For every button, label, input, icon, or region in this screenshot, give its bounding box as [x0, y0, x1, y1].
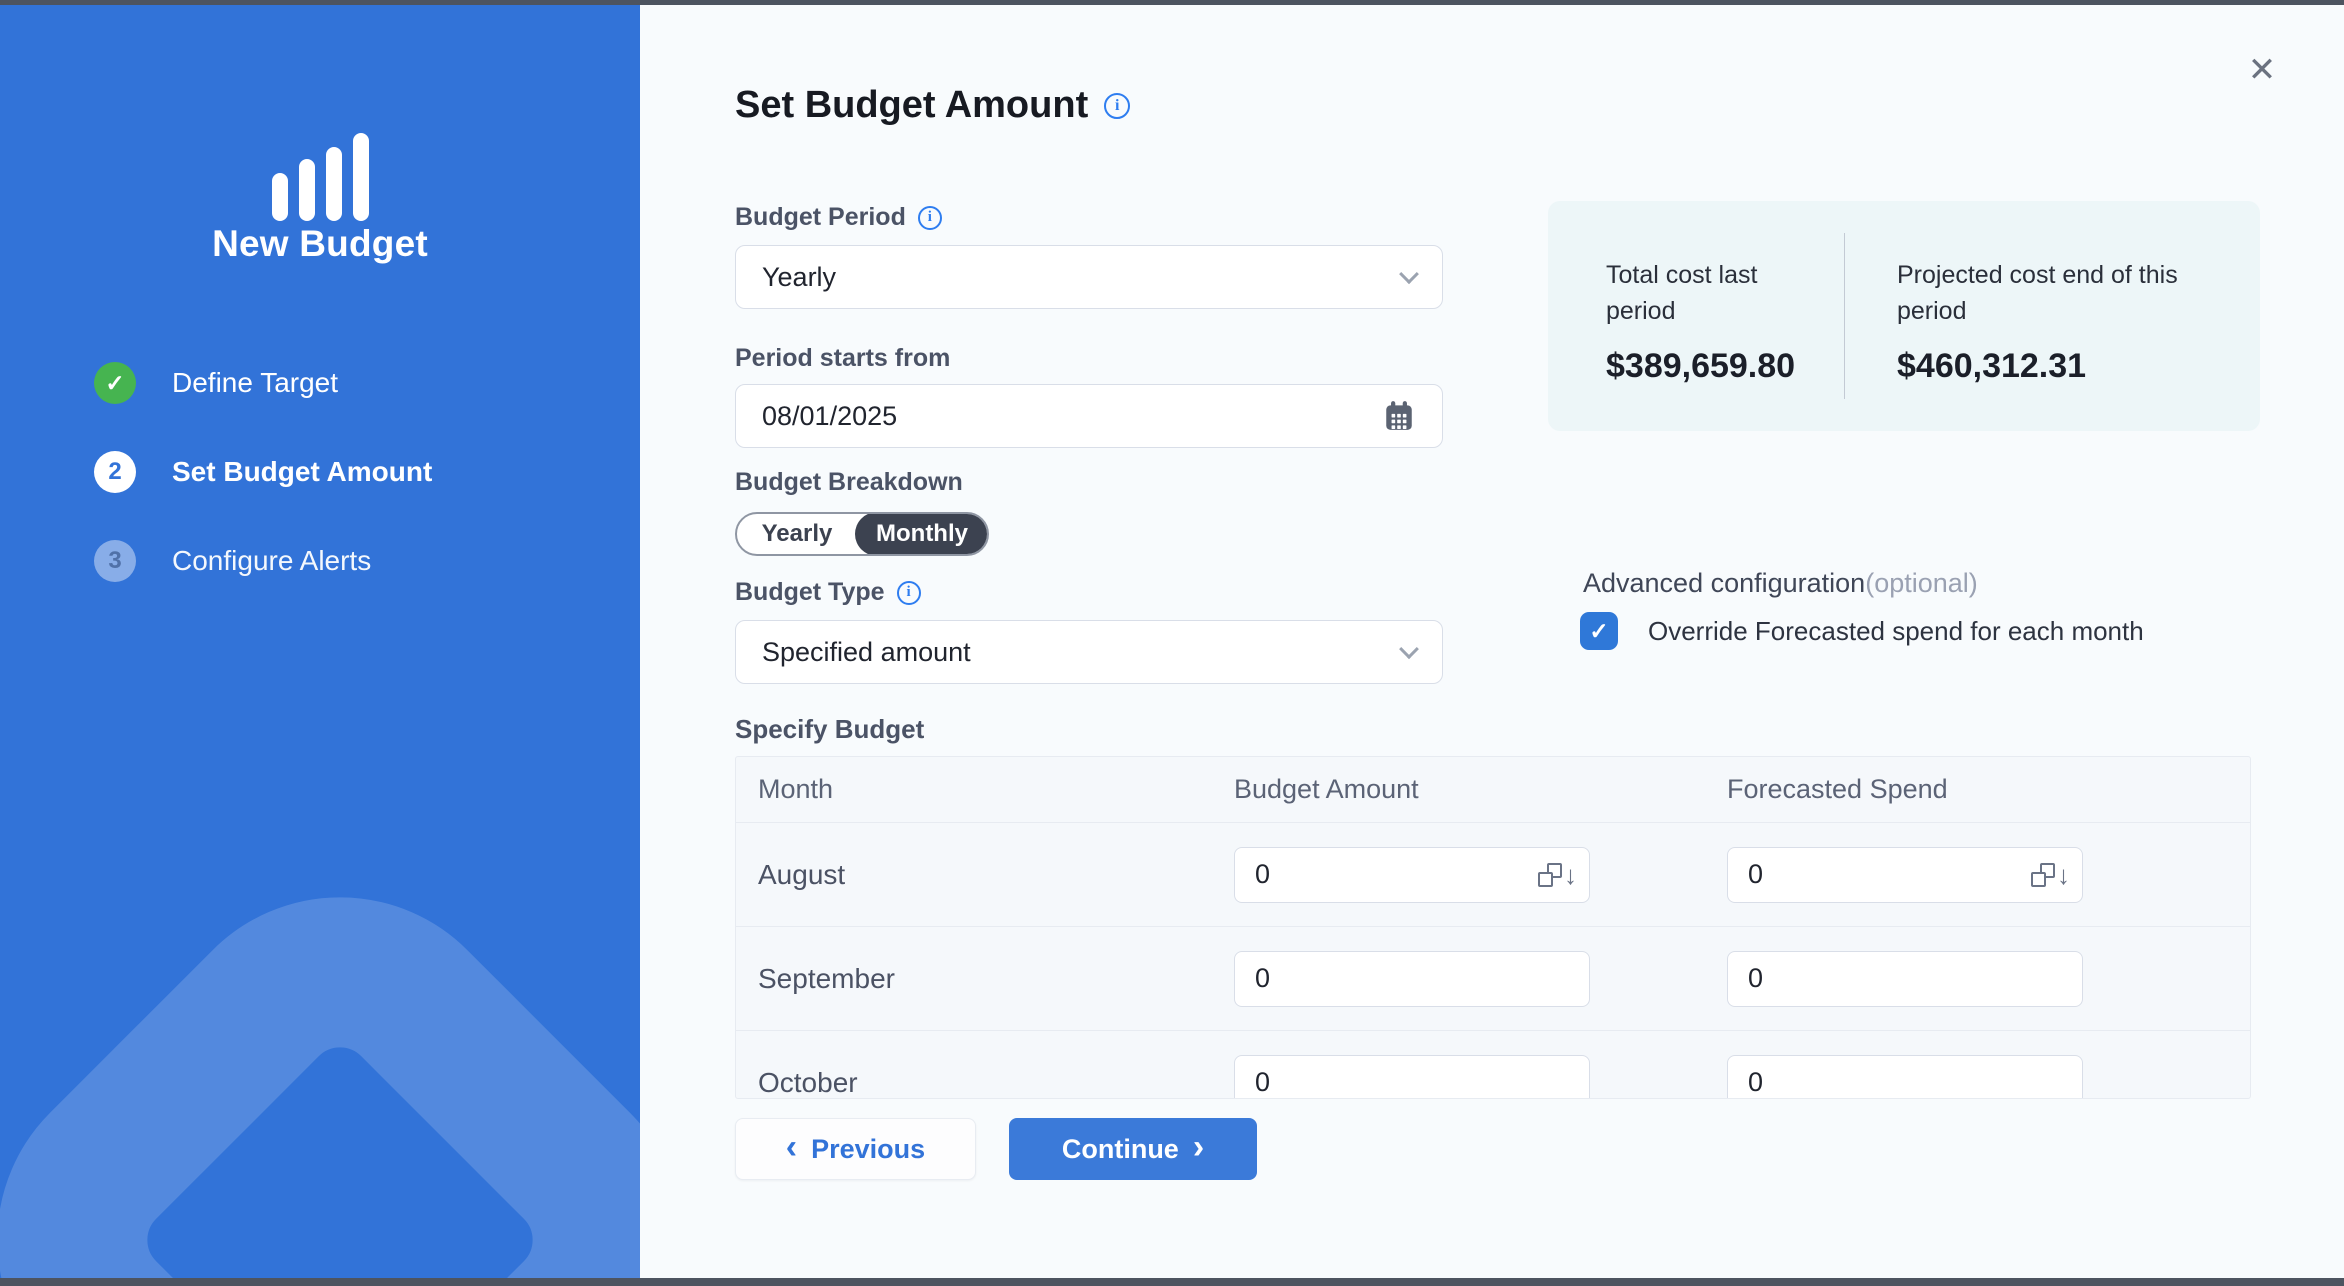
- stat-label: Total cost last period: [1606, 257, 1806, 329]
- forecasted-spend-input[interactable]: [1728, 963, 2082, 994]
- forecasted-spend-field: ↓: [1727, 847, 2083, 903]
- toggle-option-yearly[interactable]: Yearly: [737, 514, 857, 554]
- override-forecast-label: Override Forecasted spend for each month: [1648, 616, 2144, 647]
- month-cell: September: [736, 963, 1234, 995]
- budget-amount-input[interactable]: [1235, 963, 1589, 994]
- copy-down-icon[interactable]: ↓: [1538, 862, 1577, 888]
- budget-breakdown-label-row: Budget Breakdown: [735, 468, 963, 497]
- stat-label: Projected cost end of this period: [1897, 257, 2225, 329]
- month-cell: August: [736, 859, 1234, 891]
- step-complete-check-icon: ✓: [94, 362, 136, 404]
- wizard-steps: ✓ Define Target 2 Set Budget Amount 3 Co…: [94, 362, 620, 629]
- step-label: Define Target: [172, 367, 338, 399]
- budget-period-select[interactable]: Yearly: [735, 245, 1443, 309]
- table-header-row: Month Budget Amount Forecasted Spend: [736, 757, 2250, 823]
- period-starts-label: Period starts from: [735, 344, 950, 373]
- logo-bar: [299, 159, 315, 221]
- toggle-option-monthly[interactable]: Monthly: [855, 512, 989, 556]
- cost-stats-box: Total cost last period $389,659.80 Proje…: [1548, 201, 2260, 431]
- budget-wizard-modal: New Budget ✓ Define Target 2 Set Budget …: [0, 0, 2344, 1286]
- step-number-badge: 2: [94, 451, 136, 493]
- advanced-config-optional: (optional): [1865, 568, 1978, 599]
- budget-amount-input[interactable]: [1235, 1067, 1589, 1098]
- budget-period-label: Budget Period: [735, 203, 906, 232]
- stat-total-cost: Total cost last period $389,659.80: [1548, 233, 1845, 399]
- override-forecast-checkbox[interactable]: ✓: [1580, 612, 1618, 650]
- info-icon[interactable]: i: [1104, 93, 1130, 119]
- forecasted-spend-input[interactable]: [1728, 1067, 2082, 1098]
- specify-budget-table: Month Budget Amount Forecasted Spend Aug…: [735, 756, 2251, 1099]
- close-icon[interactable]: ✕: [2240, 48, 2284, 92]
- chevron-right-icon: ›: [1193, 1130, 1204, 1164]
- info-icon[interactable]: i: [918, 206, 942, 230]
- logo-bar: [326, 147, 342, 221]
- chevron-down-icon: [1399, 639, 1419, 659]
- previous-button-label: Previous: [811, 1134, 925, 1165]
- calendar-icon[interactable]: [1382, 399, 1416, 433]
- continue-button[interactable]: Continue ›: [1009, 1118, 1257, 1180]
- budget-period-value: Yearly: [762, 262, 836, 293]
- forecasted-spend-field: [1727, 951, 2083, 1007]
- column-header-budget-amount: Budget Amount: [1234, 774, 1727, 805]
- window-bottom-edge: [0, 1278, 2344, 1286]
- logo-bar: [353, 133, 369, 221]
- budget-amount-field: [1234, 1055, 1590, 1100]
- period-starts-input[interactable]: [762, 401, 1382, 432]
- step-configure-alerts[interactable]: 3 Configure Alerts: [94, 540, 620, 582]
- budget-breakdown-toggle: Yearly Monthly: [735, 512, 989, 556]
- budget-period-label-row: Budget Period i: [735, 203, 942, 232]
- page-title: Set Budget Amount: [735, 84, 1088, 127]
- wizard-title: New Budget: [0, 223, 640, 265]
- step-define-target[interactable]: ✓ Define Target: [94, 362, 620, 404]
- budget-type-label-row: Budget Type i: [735, 578, 921, 607]
- specify-budget-label: Specify Budget: [735, 714, 924, 745]
- budget-type-select[interactable]: Specified amount: [735, 620, 1443, 684]
- stat-projected-cost: Projected cost end of this period $460,3…: [1845, 201, 2225, 431]
- period-starts-field: [735, 384, 1443, 448]
- step-set-budget-amount[interactable]: 2 Set Budget Amount: [94, 451, 620, 493]
- budget-type-value: Specified amount: [762, 637, 971, 668]
- budget-amount-input[interactable]: [1235, 859, 1589, 890]
- copy-down-icon[interactable]: ↓: [2031, 862, 2070, 888]
- column-header-forecasted-spend: Forecasted Spend: [1727, 774, 2250, 805]
- column-header-month: Month: [736, 774, 1234, 805]
- table-row-august: August ↓ ↓: [736, 823, 2250, 927]
- chevron-down-icon: [1399, 264, 1419, 284]
- advanced-config-title: Advanced configuration: [1583, 568, 1865, 599]
- bar-chart-logo-icon: [0, 133, 640, 221]
- period-starts-label-row: Period starts from: [735, 344, 950, 373]
- forecasted-spend-field: [1727, 1055, 2083, 1100]
- page-title-row: Set Budget Amount i: [735, 84, 1130, 127]
- chevron-left-icon: ‹: [786, 1130, 797, 1164]
- wizard-sidebar: New Budget ✓ Define Target 2 Set Budget …: [0, 5, 640, 1278]
- step-number-badge: 3: [94, 540, 136, 582]
- step-label: Configure Alerts: [172, 545, 371, 577]
- table-row-september: September: [736, 927, 2250, 1031]
- budget-amount-field: ↓: [1234, 847, 1590, 903]
- stat-value: $389,659.80: [1606, 347, 1844, 386]
- step-label: Set Budget Amount: [172, 456, 432, 488]
- budget-breakdown-label: Budget Breakdown: [735, 468, 963, 497]
- advanced-config-title-row: Advanced configuration(optional): [1583, 568, 1978, 599]
- previous-button[interactable]: ‹ Previous: [735, 1118, 976, 1180]
- forecasted-spend-input[interactable]: [1728, 859, 2082, 890]
- budget-amount-field: [1234, 951, 1590, 1007]
- wizard-actions: ‹ Previous Continue ›: [735, 1118, 1257, 1180]
- table-row-october: October: [736, 1031, 2250, 1099]
- continue-button-label: Continue: [1062, 1134, 1179, 1165]
- budget-type-label: Budget Type: [735, 578, 885, 607]
- stat-value: $460,312.31: [1897, 347, 2225, 386]
- info-icon[interactable]: i: [897, 581, 921, 605]
- month-cell: October: [736, 1067, 1234, 1099]
- window-top-edge: [0, 0, 2344, 5]
- logo-bar: [272, 173, 288, 221]
- override-forecast-row: ✓ Override Forecasted spend for each mon…: [1580, 612, 2144, 650]
